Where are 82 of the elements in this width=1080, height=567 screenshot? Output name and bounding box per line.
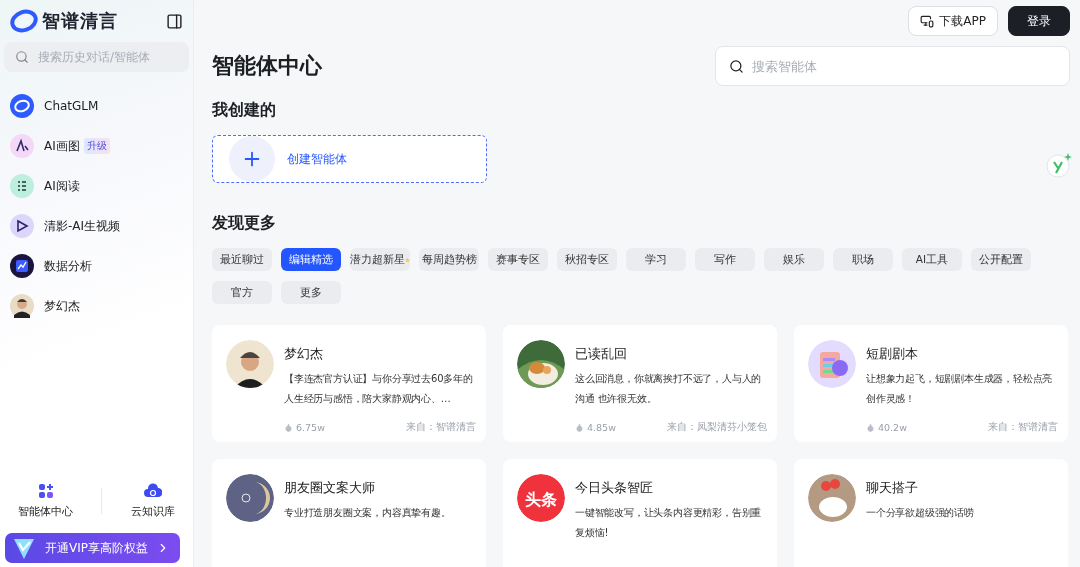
agent-description: 让想象力起飞，短剧剧本生成器，轻松点亮创作灵感！	[866, 372, 1054, 406]
usage-count: 4.85w	[587, 422, 616, 433]
sidebar-item[interactable]: 清影-AI生视频	[4, 206, 189, 246]
grid-icon	[37, 483, 54, 499]
sidebar-toggle-icon[interactable]	[166, 12, 183, 30]
agent-source: 来自：智谱清言	[988, 421, 1058, 434]
agent-name: 梦幻杰	[284, 345, 324, 363]
agent-description: 这么回消息，你就离挨打不远了，人与人的沟通 也许很无效。	[575, 372, 763, 406]
devices-icon	[920, 14, 935, 28]
sidebar-item-label: AI画图	[44, 137, 80, 155]
ring-logo-icon	[10, 94, 34, 118]
sidebar-item-label: 数据分析	[44, 257, 92, 275]
bottom-nav-item[interactable]: 智能体中心	[18, 483, 74, 519]
category-tab[interactable]: 官方	[212, 281, 272, 304]
avatar-icon	[10, 294, 34, 318]
agent-name: 朋友圈文案大师	[284, 479, 376, 497]
sidebar-item[interactable]: 数据分析	[4, 246, 189, 286]
download-app-button[interactable]: 下载APP	[908, 6, 998, 36]
search-icon	[729, 58, 744, 74]
search-icon	[15, 50, 29, 64]
brand-name: 智谱清言	[42, 9, 118, 33]
category-tab[interactable]: 更多	[281, 281, 341, 304]
agent-name: 今日头条智匠	[575, 479, 654, 497]
plus-icon	[229, 136, 275, 182]
agent-card[interactable]: 梦幻杰 【李连杰官方认证】与你分享过去60多年的人生经历与感悟，陪大家静观内心、… 6.75w 来自：智谱清言	[212, 325, 486, 442]
category-tab[interactable]: 公开配置	[971, 248, 1031, 271]
agent-description: 【李连杰官方认证】与你分享过去60多年的人生经历与感悟，陪大家静观内心、…	[284, 372, 474, 406]
category-tab[interactable]: AI工具	[902, 248, 962, 271]
agent-card[interactable]: 已读乱回 这么回消息，你就离挨打不远了，人与人的沟通 也许很无效。 4.85w 来自：凤梨清芬小笼包	[503, 325, 777, 442]
agent-card[interactable]: 聊天搭子 一个分享欲超级强的话唠	[794, 459, 1068, 567]
category-tab[interactable]: 编辑精选	[281, 248, 341, 271]
drop-icon	[866, 423, 875, 432]
agent-source: 来自：智谱清言	[406, 421, 476, 434]
bottom-nav-item[interactable]: 云知识库	[130, 483, 175, 519]
usage-count: 40.2w	[878, 422, 907, 433]
agent-card[interactable]: 短剧剧本 让想象力起飞，短剧剧本生成器，轻松点亮创作灵感！ 40.2w 来自：智谱清言	[794, 325, 1068, 442]
sidebar-item-label: 清影-AI生视频	[44, 217, 121, 235]
category-tab[interactable]: 潜力超新星	[350, 248, 410, 271]
agent-description: 专业打造朋友圈文案，内容真挚有趣。	[284, 506, 452, 520]
list-icon	[10, 174, 34, 198]
sidebar-item-label: 梦幻杰	[44, 297, 80, 315]
cloud-icon	[143, 483, 162, 499]
upgrade-badge: 升级	[83, 138, 110, 154]
chart-icon	[10, 254, 34, 278]
history-search-field[interactable]: 搜索历史对话/智能体	[4, 42, 189, 72]
pen-drawing-icon	[10, 134, 34, 158]
sidebar-item[interactable]: 梦幻杰	[4, 286, 189, 326]
section-heading: 我创建的	[212, 100, 277, 121]
agent-search-field[interactable]: 搜索智能体	[715, 46, 1070, 86]
agent-name: 聊天搭子	[866, 479, 919, 497]
agent-source: 来自：凤梨清芬小笼包	[667, 421, 767, 434]
category-tab[interactable]: 娱乐	[764, 248, 824, 271]
create-agent-label: 创建智能体	[287, 150, 347, 168]
section-heading: 发现更多	[212, 213, 277, 234]
play-icon	[10, 214, 34, 238]
category-tab[interactable]: 每周趋势榜	[419, 248, 479, 271]
picture: 头条	[517, 474, 565, 522]
agent-name: 已读乱回	[575, 345, 628, 363]
vip-banner[interactable]: 开通VIP享高阶权益	[5, 533, 180, 563]
agent-card[interactable]: 朋友圈文案大师 专业打造朋友圈文案，内容真挚有趣。	[212, 459, 486, 567]
category-tab[interactable]: 赛事专区	[488, 248, 548, 271]
category-tab[interactable]: 职场	[833, 248, 893, 271]
usage-count: 6.75w	[296, 422, 325, 433]
sidebar-item-label: ChatGLM	[44, 99, 99, 113]
drop-icon	[575, 423, 584, 432]
drop-icon	[284, 423, 293, 432]
sidebar-item-label: AI阅读	[44, 177, 80, 195]
login-button[interactable]: 登录	[1008, 6, 1070, 36]
category-tab[interactable]: 学习	[626, 248, 686, 271]
category-tab[interactable]: 最近聊过	[212, 248, 272, 271]
sidebar-item[interactable]: AI阅读	[4, 166, 189, 206]
agent-description: 一键智能改写，让头条内容更精彩，告别重复烦恼!	[575, 506, 763, 540]
sidebar-item[interactable]: AI画图 升级	[4, 126, 189, 166]
agent-card[interactable]: 头条 今日头条智匠 一键智能改写，让头条内容更精彩，告别重复烦恼!	[503, 459, 777, 567]
agent-name: 短剧剧本	[866, 345, 919, 363]
page-title: 智能体中心	[212, 52, 322, 80]
create-agent-card[interactable]: 创建智能体	[212, 135, 487, 183]
logo-icon	[10, 9, 38, 33]
category-tab[interactable]: 写作	[695, 248, 755, 271]
category-tab[interactable]: 秋招专区	[557, 248, 617, 271]
sidebar-item[interactable]: ChatGLM	[4, 86, 189, 126]
agent-description: 一个分享欲超级强的话唠	[866, 506, 975, 520]
